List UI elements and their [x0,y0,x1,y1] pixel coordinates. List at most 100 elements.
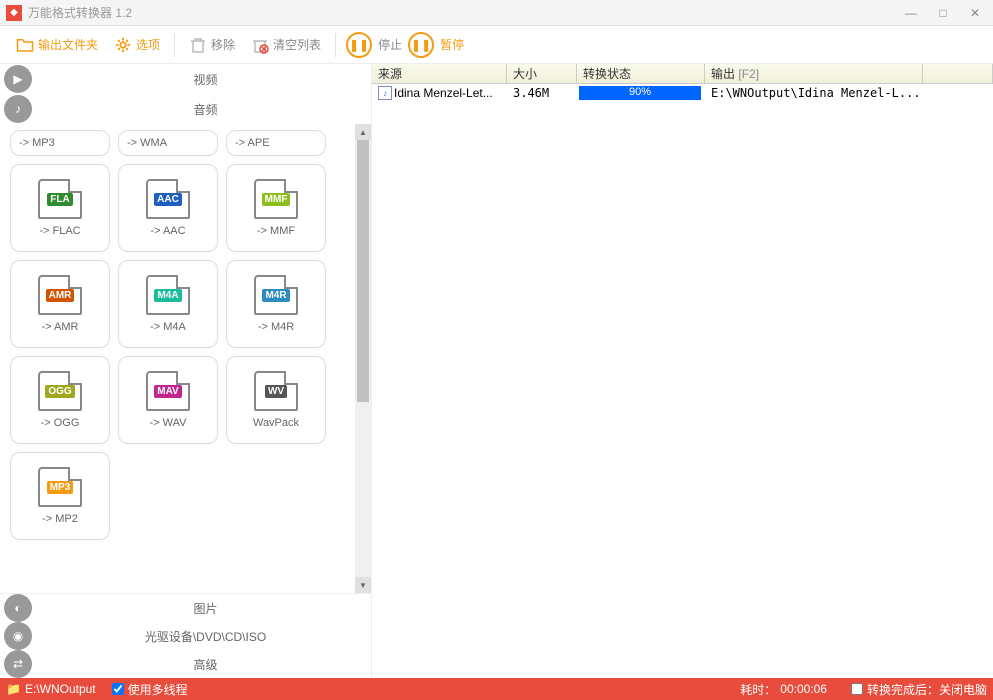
th-extra[interactable] [923,64,993,83]
format-badge-text: M4R [262,289,289,302]
format-badge-text: AMR [46,289,75,302]
format-card-aac[interactable]: AAC -> AAC [118,164,218,252]
format-label: -> MMF [257,225,295,237]
statusbar: 📁 E:\WNOutput 使用多线程 耗时： 00:00:06 转换完成后：关… [0,678,993,700]
shutdown-checkbox[interactable] [851,683,863,695]
th-output-hint: [F2] [738,67,759,81]
pause-button[interactable]: ❚❚ [408,32,434,58]
format-card-wv[interactable]: WV WavPack [226,356,326,444]
output-folder-button[interactable]: 输出文件夹 [8,32,106,58]
tab-advanced[interactable]: 高级 [40,656,371,673]
format-label: WavPack [253,417,299,429]
format-badge: FLA [38,179,82,219]
pause-icon: ❚❚ [411,38,431,52]
toolbar: 输出文件夹 选项 移除 清空列表 ❚❚ 停止 ❚❚ 暂停 [0,26,993,64]
cell-source-text: Idina Menzel-Let... [394,86,493,100]
format-card-ape[interactable]: -> APE [226,130,326,156]
tab-image[interactable]: 图片 [40,600,371,617]
separator [174,33,175,57]
format-label: -> M4R [258,321,294,333]
format-card-m4r[interactable]: M4R -> M4R [226,260,326,348]
elapsed-time: 00:00:06 [780,682,827,696]
scroll-track[interactable] [355,140,371,577]
app-logo-icon: ◆ [6,5,22,21]
format-card-mp3[interactable]: -> MP3 [10,130,110,156]
folder-small-icon: 📁 [6,682,21,696]
format-badge-text: MP3 [47,481,74,494]
remove-label: 移除 [211,36,235,53]
pause-label: 暂停 [440,36,464,53]
tab-optical[interactable]: 光驱设备\DVD\CD\ISO [40,628,371,645]
format-badge-text: MMF [262,193,291,206]
format-label: -> FLAC [39,225,80,237]
format-label: -> M4A [150,321,186,333]
format-card-ogg[interactable]: OGG -> OGG [10,356,110,444]
cell-output: E:\WNOutput\Idina Menzel-L... [705,86,993,100]
format-card-mp3[interactable]: MP3 -> MP2 [10,452,110,540]
folder-icon [16,36,34,54]
format-card-mav[interactable]: MAV-> WAV [118,356,218,444]
format-label: -> MP2 [42,513,78,525]
scrollbar[interactable]: ▲ ▼ [355,124,371,593]
shutdown-label: 转换完成后：关闭电脑 [867,681,987,698]
status-multithread[interactable]: 使用多线程 [112,681,188,698]
th-status[interactable]: 转换状态 [577,64,705,83]
format-badge: MMF [254,179,298,219]
clear-icon [251,36,269,54]
tab-video[interactable]: 视频 [40,64,371,94]
th-source[interactable]: 来源 [372,64,507,83]
scroll-up-button[interactable]: ▲ [355,124,371,140]
left-panel: ▶ 视频 ♪ 音频 -> MP3 -> WMA -> APE FLA -> FLAC A… [0,64,372,678]
format-label: -> AAC [150,225,185,237]
remove-button[interactable]: 移除 [181,32,243,58]
tab-audio[interactable]: 音频 [40,94,371,124]
th-output-label: 输出 [711,65,735,82]
table-row[interactable]: ♪ Idina Menzel-Let... 3.46M 90% E:\WNOut… [372,84,993,102]
format-card-wma[interactable]: -> WMA [118,130,218,156]
minimize-button[interactable]: ― [899,3,923,23]
format-badge: M4R [254,275,298,315]
format-badge: AAC [146,179,190,219]
maximize-button[interactable]: □ [931,3,955,23]
format-grid: -> MP3 -> WMA -> APE FLA -> FLAC AAC -> AAC MM… [0,124,355,593]
audio-file-icon: ♪ [378,86,392,100]
format-badge: AMR [38,275,82,315]
format-card-m4a[interactable]: M4A -> M4A [118,260,218,348]
scroll-thumb[interactable] [357,140,369,402]
format-badge: OGG [38,371,82,411]
cell-source: ♪ Idina Menzel-Let... [372,86,507,100]
output-path-text: E:\WNOutput [25,682,96,696]
format-badge: M4A [146,275,190,315]
progress-bar: 90% [579,86,701,100]
clear-list-button[interactable]: 清空列表 [243,32,329,58]
options-label: 选项 [136,36,160,53]
format-label: -> OGG [41,417,80,429]
app-title: 万能格式转换器 1.2 [28,4,132,21]
multithread-checkbox[interactable] [112,683,124,695]
format-badge-text: FLA [47,193,72,206]
format-label: -> AMR [42,321,79,333]
format-card-amr[interactable]: AMR -> AMR [10,260,110,348]
disc-category-icon[interactable]: ◉ [4,622,32,650]
close-button[interactable]: ✕ [963,3,987,23]
video-category-icon[interactable]: ▶ [4,65,32,93]
clear-list-label: 清空列表 [273,36,321,53]
elapsed-label: 耗时： [740,681,776,698]
options-button[interactable]: 选项 [106,32,168,58]
format-label: -> WMA [127,137,167,149]
format-card-mmf[interactable]: MMF -> MMF [226,164,326,252]
image-category-icon[interactable]: ◐ [4,594,32,622]
format-badge: MAV [146,371,190,411]
format-badge-text: WV [265,385,287,398]
status-output-path[interactable]: 📁 E:\WNOutput [6,682,96,696]
format-label: -> MP3 [19,137,55,149]
format-badge-text: M4A [154,289,181,302]
advanced-category-icon[interactable]: ⇄ [4,650,32,678]
th-output[interactable]: 输出 [F2] [705,64,923,83]
format-card-fla[interactable]: FLA -> FLAC [10,164,110,252]
th-size[interactable]: 大小 [507,64,577,83]
stop-button[interactable]: ❚❚ [346,32,372,58]
scroll-down-button[interactable]: ▼ [355,577,371,593]
table-header: 来源 大小 转换状态 输出 [F2] [372,64,993,84]
audio-category-icon[interactable]: ♪ [4,95,32,123]
